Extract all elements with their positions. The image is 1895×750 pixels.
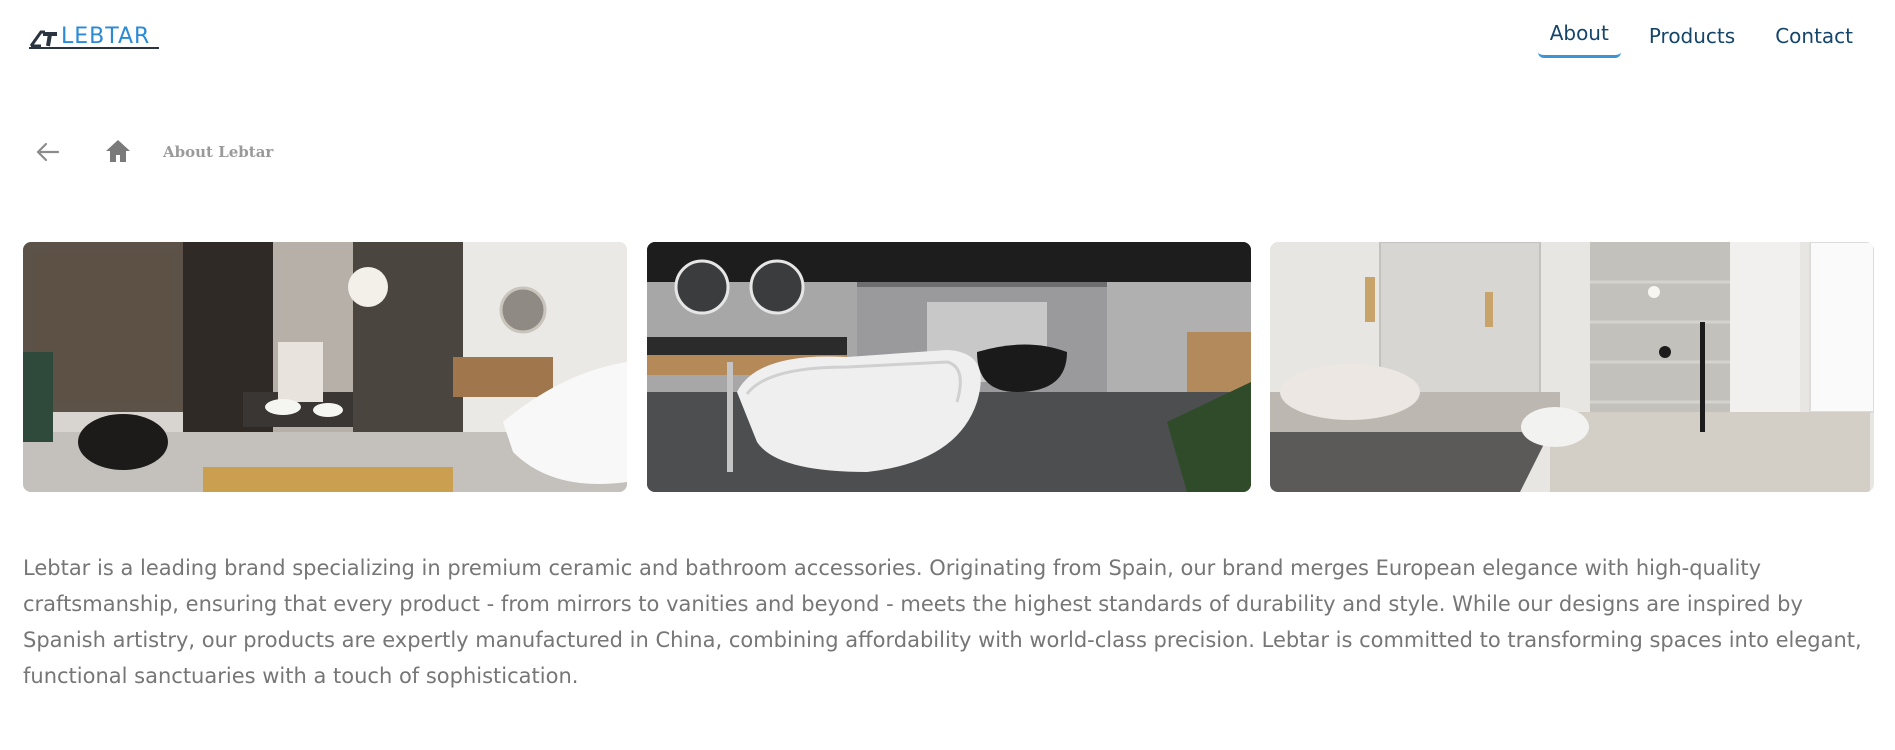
bathroom-shower-image [1270,242,1874,492]
gallery-image-showroom-dark [23,242,627,492]
showroom-gallery [23,242,1874,492]
showroom-dark-image [23,242,627,492]
nav-item-products[interactable]: Products [1637,18,1747,61]
breadcrumb: About Lebtar [0,130,600,174]
site-header: LEBTAR About Products Contact [0,0,1895,80]
arrow-left-icon[interactable] [34,140,60,164]
main-nav: About Products Contact [1522,18,1865,61]
breadcrumb-current: About Lebtar [163,143,274,161]
gallery-image-showroom-bathtub [646,242,1251,492]
logo-underline [29,47,159,49]
gallery-image-bathroom-shower [1270,242,1874,492]
logo-link[interactable]: LEBTAR [29,22,159,49]
showroom-bathtub-image [646,242,1251,492]
nav-item-about[interactable]: About [1537,15,1621,58]
logo-text: LEBTAR [61,24,151,49]
about-paragraph: Lebtar is a leading brand specializing i… [23,556,1862,688]
home-icon[interactable] [105,138,131,164]
lt-monogram-logo [29,30,57,48]
nav-item-contact[interactable]: Contact [1763,18,1865,61]
